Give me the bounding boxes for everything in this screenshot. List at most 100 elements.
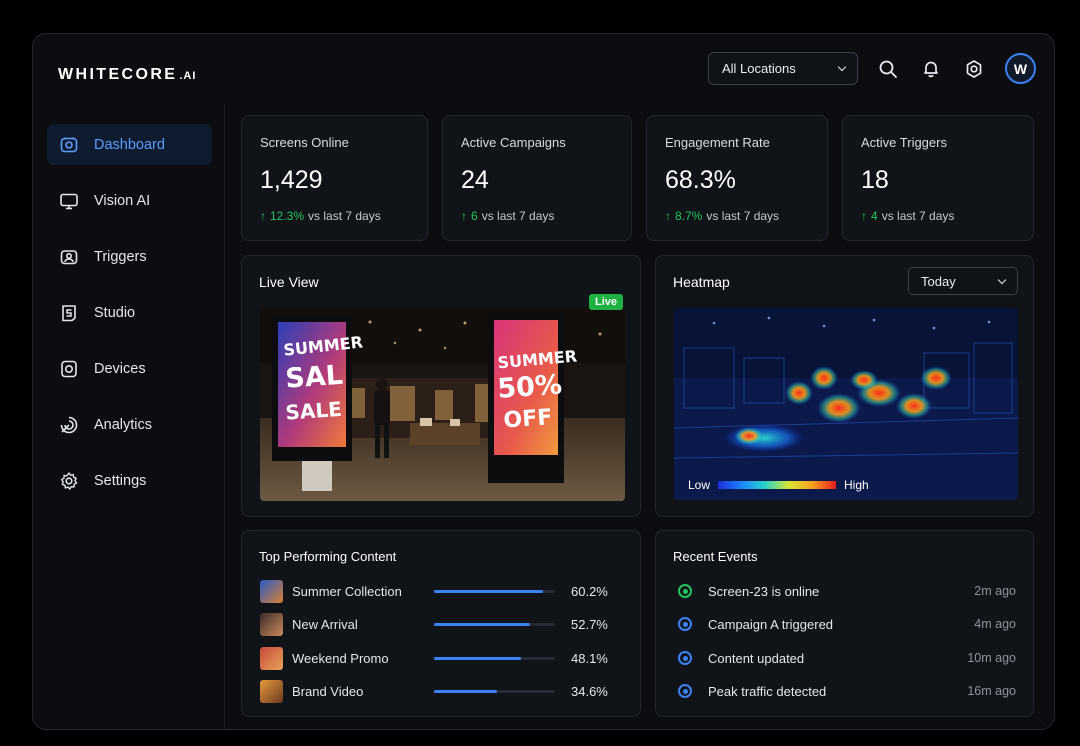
sidebar-item-label: Analytics: [94, 416, 153, 433]
event-status-icon: [678, 617, 692, 631]
content-thumbnail: [260, 679, 283, 703]
event-time: 2m ago: [974, 584, 1016, 598]
content-row[interactable]: Brand Video 34.6%: [260, 679, 610, 703]
content-progress-fill: [434, 589, 544, 593]
studio-icon: [62, 304, 76, 321]
sign-right-line3: OFF: [503, 405, 553, 433]
arrow-up-icon: ↑: [861, 209, 867, 223]
legend-low-label: Low: [688, 478, 711, 492]
top-content-card: Top Performing Content Summer Collection…: [241, 530, 641, 717]
heatmap-card: Heatmap Today Low High: [655, 255, 1034, 517]
event-row[interactable]: Content updated 10m ago: [678, 646, 1016, 670]
stat-delta: ↑ 4 vs last 7 days: [861, 209, 955, 223]
location-select[interactable]: All Locations: [708, 52, 858, 85]
stat-label: Active Campaigns: [461, 135, 566, 150]
content-row[interactable]: New Arrival 52.7%: [260, 612, 610, 636]
content-progress-fill: [434, 689, 497, 693]
stat-card-screens-online[interactable]: Screens Online 1,429 ↑ 12.3% vs last 7 day…: [241, 115, 428, 241]
online-status-icon: [678, 584, 692, 598]
content-name: Brand Video: [292, 683, 364, 699]
sidebar-item-dashboard[interactable]: Dashboard: [47, 124, 212, 165]
content-progress-track: [434, 689, 555, 693]
content-percent: 48.1%: [571, 650, 608, 666]
brand-logo[interactable]: WHITECORE .AI: [58, 66, 196, 84]
arrow-up-icon: ↑: [461, 209, 467, 223]
sign-left-line2: SAL: [284, 360, 344, 395]
event-row[interactable]: Peak traffic detected 16m ago: [678, 679, 1016, 703]
sidebar-item-triggers[interactable]: Triggers: [47, 236, 212, 277]
sidebar-item-label: Studio: [94, 304, 136, 321]
app-window: WHITECORE .AI All Locations W Dashboard V…: [32, 33, 1055, 730]
content-progress-track: [434, 622, 555, 626]
sidebar-item-studio[interactable]: Studio: [47, 292, 212, 333]
content-percent: 52.7%: [571, 616, 608, 632]
content-thumbnail: [260, 579, 283, 603]
content-row[interactable]: Weekend Promo 48.1%: [260, 646, 610, 670]
sidebar-divider: [224, 104, 225, 729]
content-progress-track: [434, 656, 555, 660]
gear-icon: [60, 471, 78, 490]
sidebar-item-analytics[interactable]: Analytics: [47, 404, 212, 445]
stat-value: 18: [861, 166, 889, 194]
content-thumbnail: [260, 646, 283, 670]
recent-events-card: Recent Events Screen-23 is online 2m ago C…: [655, 530, 1034, 717]
heatmap-title: Heatmap: [673, 274, 730, 290]
live-camera-feed[interactable]: SUMMER SAL SALE SUMMER 50% OFF: [260, 308, 625, 501]
content-thumbnail: [260, 612, 283, 636]
content-name: Summer Collection: [292, 583, 402, 599]
stat-card-engagement-rate[interactable]: Engagement Rate 68.3% ↑ 8.7% vs last 7 day…: [646, 115, 828, 241]
stat-card-active-campaigns[interactable]: Active Campaigns 24 ↑ 6 vs last 7 days: [442, 115, 632, 241]
content-progress-fill: [434, 656, 522, 660]
event-status-icon: [678, 684, 692, 698]
content-name: New Arrival: [292, 616, 358, 632]
content-percent: 60.2%: [571, 583, 608, 599]
range-select-value: Today: [921, 273, 956, 289]
location-select-value: All Locations: [722, 61, 796, 76]
bell-icon[interactable]: [918, 56, 944, 82]
settings-icon[interactable]: [961, 56, 987, 82]
arrow-up-icon: ↑: [665, 209, 671, 223]
recent-events-title: Recent Events: [673, 549, 758, 564]
heatmap-range-select[interactable]: Today: [908, 267, 1018, 295]
content-row[interactable]: Summer Collection 60.2%: [260, 579, 610, 603]
arrow-up-icon: ↑: [260, 209, 266, 223]
analytics-icon: [60, 416, 78, 433]
content-name: Weekend Promo: [292, 650, 389, 666]
content-progress-fill: [434, 622, 530, 626]
chevron-down-icon: [837, 62, 847, 72]
event-row[interactable]: Screen-23 is online 2m ago: [678, 579, 1016, 603]
stat-label: Engagement Rate: [665, 135, 770, 150]
stat-label: Active Triggers: [861, 135, 947, 150]
event-text: Campaign A triggered: [708, 616, 834, 632]
event-time: 4m ago: [974, 617, 1016, 631]
dashboard-icon: [60, 137, 78, 152]
stat-card-active-triggers[interactable]: Active Triggers 18 ↑ 4 vs last 7 days: [842, 115, 1034, 241]
heatmap-legend: Low High: [688, 478, 869, 492]
sidebar-item-label: Settings: [94, 472, 147, 489]
live-view-title: Live View: [259, 274, 319, 290]
legend-high-label: High: [844, 478, 869, 492]
sidebar-item-settings[interactable]: Settings: [47, 460, 212, 501]
stat-value: 24: [461, 166, 489, 194]
trigger-icon: [60, 249, 78, 264]
sign-right-line2: 50%: [496, 369, 563, 404]
heatmap-image[interactable]: Low High: [674, 308, 1018, 500]
sidebar-item-devices[interactable]: Devices: [47, 348, 212, 389]
sidebar-item-label: Devices: [94, 360, 146, 377]
event-text: Screen-23 is online: [708, 583, 820, 599]
stat-value: 1,429: [260, 166, 323, 194]
event-row[interactable]: Campaign A triggered 4m ago: [678, 612, 1016, 636]
live-view-card: Live View Live SUMMER SAL SALE SUMMER 50…: [241, 255, 641, 517]
sidebar-item-vision-ai[interactable]: Vision AI: [47, 180, 212, 221]
search-icon[interactable]: [875, 56, 901, 82]
user-avatar[interactable]: W: [1005, 53, 1036, 84]
stat-label: Screens Online: [260, 135, 349, 150]
sign-left-line3: SALE: [285, 397, 343, 425]
legend-gradient-bar: [718, 481, 837, 489]
event-time: 16m ago: [967, 684, 1016, 698]
event-text: Content updated: [708, 650, 805, 666]
content-progress-track: [434, 589, 555, 593]
monitor-icon: [60, 193, 78, 209]
live-badge: Live: [589, 294, 624, 310]
event-text: Peak traffic detected: [708, 683, 827, 699]
